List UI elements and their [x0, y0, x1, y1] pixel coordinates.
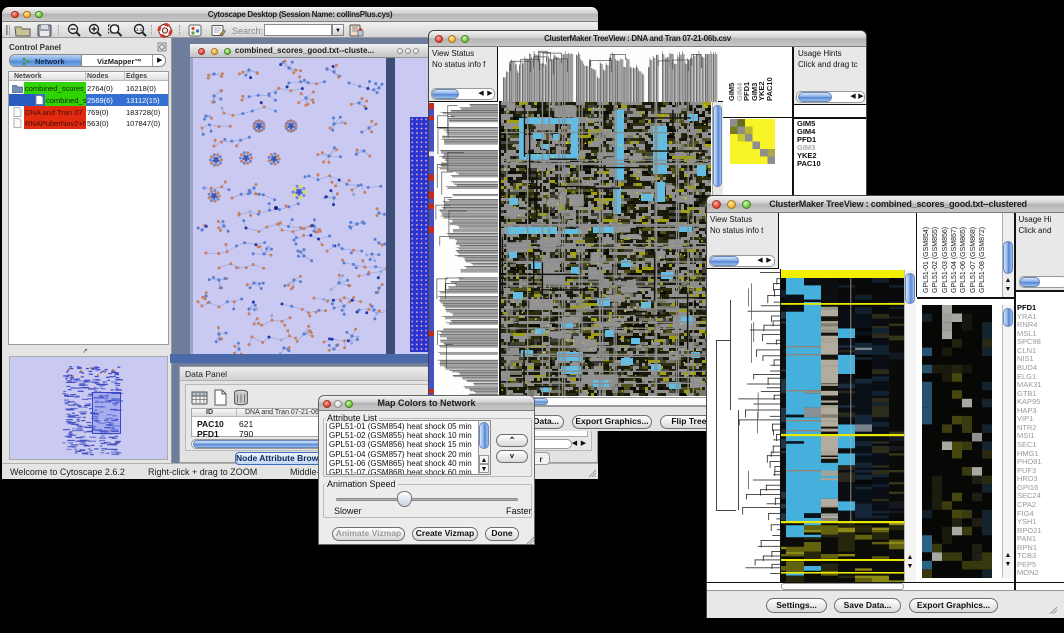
svg-text:1:1: 1:1 — [136, 27, 143, 32]
